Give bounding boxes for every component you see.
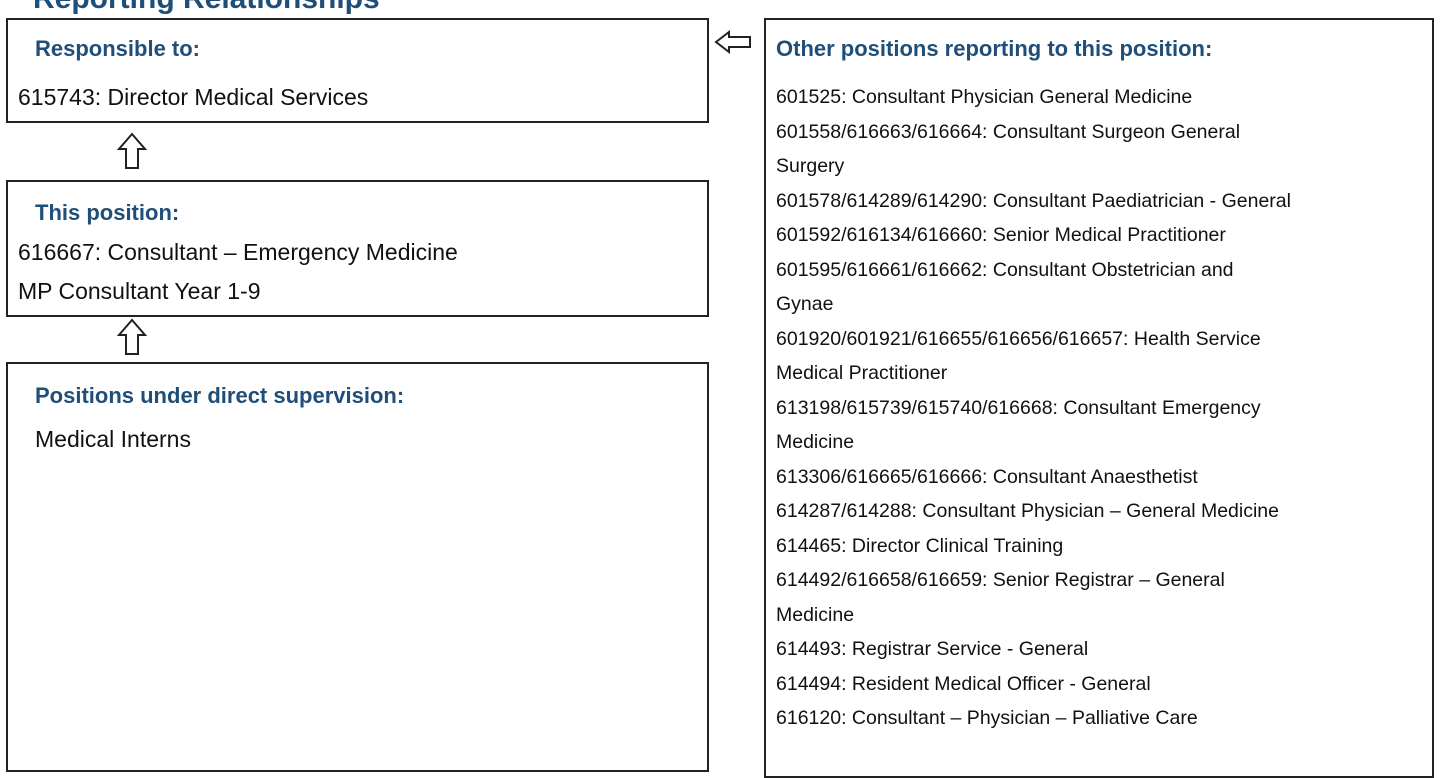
list-item: 613306/616665/616666: Consultant Anaesth… bbox=[776, 465, 1198, 488]
list-item: 601578/614289/614290: Consultant Paediat… bbox=[776, 189, 1291, 212]
arrow-up-icon bbox=[117, 132, 147, 169]
list-item: Medicine bbox=[776, 603, 855, 626]
responsible-to-heading: Responsible to: bbox=[35, 36, 201, 61]
list-item: 616120: Consultant – Physician – Palliat… bbox=[776, 707, 1198, 729]
direct-supervision-box: Positions under direct supervision: Medi… bbox=[6, 362, 709, 772]
this-position-box: This position: 616667: Consultant – Emer… bbox=[6, 180, 709, 317]
list-item: Gynae bbox=[776, 293, 834, 315]
responsible-to-box: Responsible to: 615743: Director Medical… bbox=[6, 18, 709, 123]
direct-supervision-heading: Positions under direct supervision: bbox=[35, 383, 405, 408]
list-item: 601595/616661/616662: Consultant Obstetr… bbox=[776, 258, 1234, 281]
other-positions-box: Other positions reporting to this positi… bbox=[764, 18, 1434, 778]
list-item: 614494: Resident Medical Officer - Gener… bbox=[776, 672, 1151, 695]
responsible-to-position: 615743: Director Medical Services bbox=[18, 84, 369, 110]
list-item: Medical Practitioner bbox=[776, 362, 948, 384]
list-item: 601525: Consultant Physician General Med… bbox=[776, 86, 1193, 108]
list-item: 614287/614288: Consultant Physician – Ge… bbox=[776, 500, 1280, 522]
list-item: Medicine bbox=[776, 431, 855, 453]
this-position-title: 616667: Consultant – Emergency Medicine bbox=[18, 239, 458, 265]
supervised-position: Medical Interns bbox=[35, 426, 191, 452]
list-item: 601920/601921/616655/616656/616657: Heal… bbox=[776, 327, 1261, 350]
list-item: 601592/616134/616660: Senior Medical Pra… bbox=[776, 224, 1226, 246]
this-position-classification: MP Consultant Year 1-9 bbox=[18, 278, 261, 304]
page-title: Reporting Relationships bbox=[33, 0, 380, 16]
list-item: 614493: Registrar Service - General bbox=[776, 638, 1089, 660]
arrow-up-icon bbox=[117, 318, 147, 355]
list-item: 614492/616658/616659: Senior Registrar –… bbox=[776, 569, 1225, 591]
other-positions-list: 601525: Consultant Physician General Med… bbox=[776, 80, 1430, 736]
other-positions-heading: Other positions reporting to this positi… bbox=[776, 36, 1213, 61]
list-item: 613198/615739/615740/616668: Consultant … bbox=[776, 396, 1261, 419]
this-position-heading: This position: bbox=[35, 200, 180, 225]
arrow-left-icon bbox=[714, 30, 751, 54]
list-item: 601558/616663/616664: Consultant Surgeon… bbox=[776, 120, 1241, 143]
list-item: Surgery bbox=[776, 155, 845, 177]
list-item: 614465: Director Clinical Training bbox=[776, 534, 1064, 557]
